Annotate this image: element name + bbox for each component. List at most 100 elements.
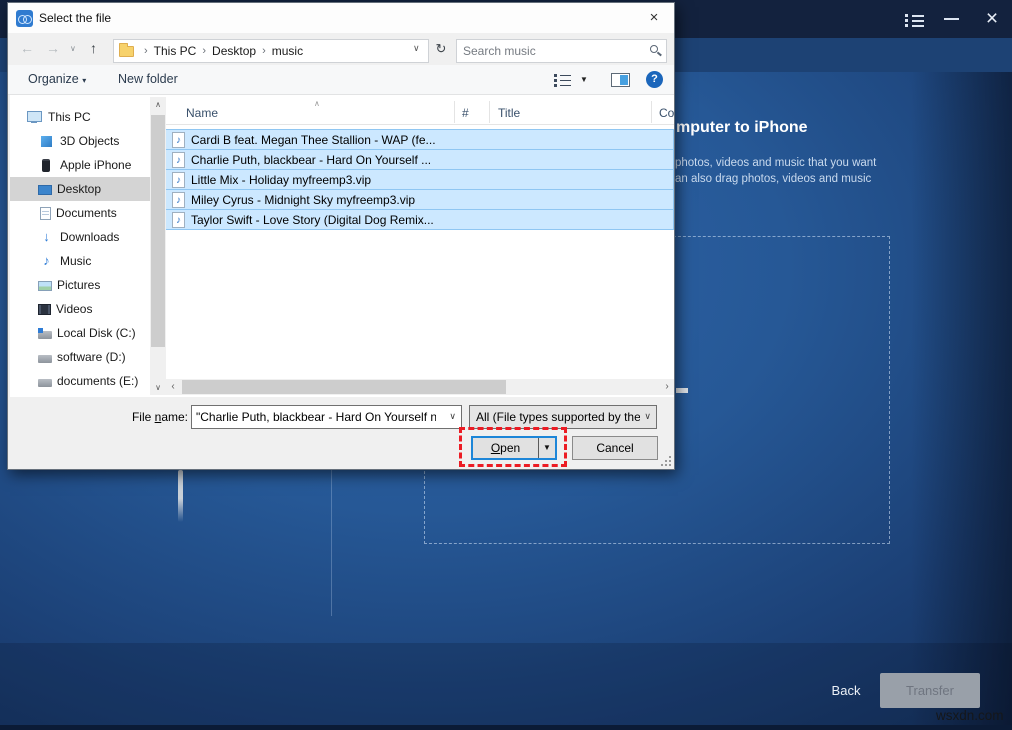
breadcrumb-separator: › [140, 45, 152, 57]
sidebar-item-3d-objects[interactable]: 3D Objects [10, 129, 150, 153]
breadcrumb-music[interactable]: music [270, 44, 305, 58]
app-close-button[interactable]: × [979, 5, 1005, 33]
open-split-button[interactable]: Open ▼ [471, 436, 557, 460]
search-input[interactable] [463, 42, 638, 60]
sidebar-item-label: software (D:) [57, 350, 126, 364]
search-box [456, 39, 667, 63]
sidebar-item-this-pc[interactable]: This PC [10, 105, 150, 129]
help-button[interactable]: ? [646, 71, 663, 88]
scroll-right-arrow[interactable]: › [660, 379, 674, 395]
file-name: Cardi B feat. Megan Thee Stallion - WAP … [191, 133, 436, 147]
preview-pane-icon[interactable] [611, 73, 630, 87]
sidebar-item-downloads[interactable]: ↓Downloads [10, 225, 150, 249]
breadcrumb-separator: › [258, 45, 270, 57]
sidebar-item-label: Music [60, 254, 91, 268]
app-description-line1: photos, videos and music that you want [675, 157, 876, 169]
music-file-icon: ♪ [172, 132, 185, 148]
file-name-dropdown-chevron[interactable]: ∨ [449, 411, 456, 422]
nav-history-dropdown[interactable]: ∨ [70, 44, 76, 53]
nav-up-button[interactable]: ↑ [90, 40, 97, 56]
sidebar-item-pictures[interactable]: Pictures [10, 273, 150, 297]
organize-button[interactable]: Organize ▾ [28, 72, 86, 86]
file-row[interactable]: ♪ Cardi B feat. Megan Thee Stallion - WAP… [166, 129, 674, 150]
sidebar-item-music[interactable]: ♪ Music [10, 249, 150, 273]
dialog-close-button[interactable]: × [640, 7, 668, 29]
sidebar-item-local-disk-c[interactable]: Local Disk (C:) [10, 321, 150, 345]
music-file-icon: ♪ [172, 212, 185, 228]
disk-icon [38, 379, 52, 387]
search-icon [650, 45, 658, 53]
music-icon: ♪ [38, 254, 55, 268]
breadcrumb-this-pc[interactable]: This PC [152, 44, 199, 58]
documents-icon [40, 207, 51, 220]
scroll-left-arrow[interactable]: ‹ [166, 379, 180, 395]
list-scrollbar-thumb[interactable] [182, 380, 506, 394]
file-name-label: File name: [112, 410, 188, 424]
organize-arrow-icon: ▾ [82, 76, 86, 85]
open-label-accel: O [491, 441, 500, 455]
file-name: Taylor Swift - Love Story (Digital Dog R… [191, 213, 434, 227]
file-name-input[interactable] [196, 408, 436, 426]
dialog-toolbar: Organize ▾ New folder ▼ ? [8, 65, 674, 95]
dialog-app-icon [16, 10, 33, 27]
sidebar-item-documents[interactable]: Documents [10, 201, 150, 225]
breadcrumb-desktop[interactable]: Desktop [210, 44, 258, 58]
column-header-contributing[interactable]: Co [659, 106, 674, 120]
address-bar[interactable]: › This PC › Desktop › music [113, 39, 429, 63]
column-divider[interactable] [454, 101, 455, 123]
scroll-down-arrow[interactable]: ∨ [150, 380, 166, 395]
sidebar-item-documents-e[interactable]: documents (E:) [10, 369, 150, 393]
file-row[interactable]: ♪Charlie Puth, blackbear - Hard On Yours… [166, 149, 674, 170]
menu-button[interactable] [905, 13, 925, 32]
dialog-title: Select the file [39, 11, 111, 25]
file-row[interactable]: ♪Miley Cyrus - Midnight Sky myfreemp3.vi… [166, 189, 674, 210]
file-name: Little Mix - Holiday myfreemp3.vip [191, 173, 371, 187]
sidebar-item-software-d[interactable]: software (D:) [10, 345, 150, 369]
background-divider-line [331, 470, 332, 616]
column-header-title[interactable]: Title [498, 106, 520, 120]
resize-grip[interactable] [661, 456, 671, 466]
column-header-name[interactable]: Name [186, 106, 218, 120]
file-row[interactable]: ♪ Taylor Swift - Love Story (Digital Dog … [166, 209, 674, 230]
file-type-dropdown-chevron[interactable]: ∨ [644, 411, 651, 422]
folder-icon [119, 46, 134, 57]
navigation-pane: This PC 3D Objects Apple iPhone Desktop … [10, 105, 150, 393]
sidebar-item-apple-iphone[interactable]: Apple iPhone [10, 153, 150, 177]
3d-objects-icon [41, 136, 52, 147]
watermark: wsxdn.com [936, 708, 1004, 723]
scroll-up-arrow[interactable]: ∧ [150, 97, 166, 112]
file-list: ♪ Cardi B feat. Megan Thee Stallion - WAP… [166, 129, 674, 230]
cancel-button[interactable]: Cancel [572, 436, 658, 460]
pictures-icon [38, 281, 52, 291]
list-horizontal-scrollbar[interactable]: ‹ › [166, 379, 674, 395]
nav-forward-button[interactable]: → [46, 40, 60, 56]
nav-back-button[interactable]: ← [20, 40, 34, 56]
dialog-titlebar[interactable]: Select the file × [8, 3, 674, 33]
transfer-button[interactable]: Transfer [880, 673, 980, 708]
list-header: ∧ Name # Title Co [166, 99, 674, 125]
file-picker-dialog: Select the file × ← → ∨ ↑ › This PC › De… [7, 2, 675, 470]
sidebar-scrollbar-thumb[interactable] [151, 115, 165, 347]
file-row[interactable]: ♪Little Mix - Holiday myfreemp3.vip [166, 169, 674, 190]
view-dropdown-arrow[interactable]: ▼ [580, 75, 588, 84]
sidebar-item-videos[interactable]: Videos [10, 297, 150, 321]
column-divider[interactable] [489, 101, 490, 123]
sidebar-scrollbar[interactable]: ∧ ∨ [150, 97, 166, 395]
file-type-combobox[interactable]: All (File types supported by the ∨ [469, 405, 657, 429]
minimize-button[interactable] [944, 18, 959, 20]
new-folder-button[interactable]: New folder [118, 72, 178, 86]
refresh-button[interactable]: ↻ [432, 41, 450, 61]
file-name-combobox[interactable]: ∨ [191, 405, 462, 429]
open-dropdown-arrow[interactable]: ▼ [538, 438, 555, 458]
address-dropdown-chevron[interactable]: ∨ [413, 43, 420, 54]
column-divider[interactable] [651, 101, 652, 123]
local-disk-icon [38, 331, 52, 339]
back-button[interactable]: Back [822, 683, 870, 698]
column-header-number[interactable]: # [462, 106, 469, 120]
change-view-icon[interactable] [554, 74, 572, 87]
videos-icon [38, 304, 51, 315]
open-button[interactable]: Open [473, 438, 538, 458]
sidebar-item-desktop[interactable]: Desktop [10, 177, 150, 201]
sidebar-item-label: Downloads [60, 230, 119, 244]
bottom-edge [0, 725, 1012, 730]
